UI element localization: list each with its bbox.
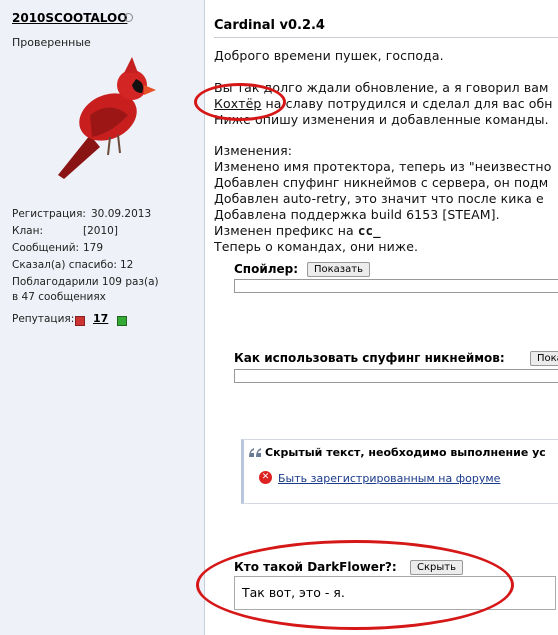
post-line-2: Кохтёр на славу потрудился и сделал для … [214,96,553,111]
user-sidebar: 2010SCOOTALOO Проверенные Регистрация: 30… [0,0,205,635]
post-title: Cardinal v0.2.4 [214,18,325,33]
post-content: Cardinal v0.2.4 Доброго времени пушек, г… [205,0,558,635]
post-greeting: Доброго времени пушек, господа. [214,48,444,63]
error-icon: ✕ [259,471,272,484]
spoiler-body [234,279,558,293]
changes-header: Изменения: [214,143,293,158]
reputation-plus-icon[interactable] [117,316,127,326]
prefix-code: cc_ [357,223,381,238]
post-line-1: Вы так долго ждали обновление, а я говор… [214,80,549,95]
commands-intro: Теперь о командах, они ниже. [214,239,419,254]
hidden-text-title: Скрытый текст, необходимо выполнение ус [265,446,546,459]
post-line-3: Ниже опишу изменения и добавленные коман… [214,112,549,127]
author-link[interactable]: Кохтёр [214,96,261,111]
spoiler-hide-button[interactable]: Скрыть [410,560,463,575]
change-item: Изменено имя протектора, теперь из "неиз… [214,159,552,174]
user-title: Проверенные [12,36,91,49]
spoiler-body [234,369,558,383]
reputation-label: Репутация: [12,313,75,325]
reputation-minus-icon[interactable] [75,316,85,326]
spoiler-label: Как использовать спуфинг никнеймов: [234,351,505,365]
reputation-value[interactable]: 17 [93,312,108,325]
quote-icon [249,448,261,457]
spoiler-show-button[interactable]: Показать [307,262,370,277]
change-item: Добавлен auto-retry, это значит что посл… [214,191,544,206]
stat-thanks-given: Сказал(а) спасибо: 12 [12,259,134,271]
change-item: Добавлен спуфинг никнеймов с сервера, он… [214,175,549,190]
cardinal-bird-avatar [58,57,156,179]
username-link[interactable]: 2010SCOOTALOO [12,11,127,25]
stat-thanked-posts: в 47 сообщениях [12,291,106,303]
hidden-text-block: Скрытый текст, необходимо выполнение ус … [241,439,558,504]
change-item: Добавлена поддержка build 6153 [STEAM]. [214,207,500,222]
stat-clan: Клан: [2010] [12,225,118,237]
stat-thanked: Поблагодарили 109 раз(а) [12,276,159,288]
spoiler-show-button[interactable]: Пока [530,351,558,366]
spoiler-content-text: Так вот, это - я. [242,585,345,600]
offline-status-icon [124,13,133,22]
stat-registration: Регистрация: 30.09.2013 [12,208,152,220]
register-link[interactable]: Быть зарегистрированным на форуме [278,472,500,485]
title-divider [214,37,558,38]
spoiler-label: Спойлер: [234,262,299,276]
spoiler-label: Кто такой DarkFlower?: [234,560,397,574]
spoiler-content: Так вот, это - я. [234,576,556,610]
stat-posts: Сообщений: 179 [12,242,104,254]
change-item: Изменен префикс на cc_ [214,223,381,238]
